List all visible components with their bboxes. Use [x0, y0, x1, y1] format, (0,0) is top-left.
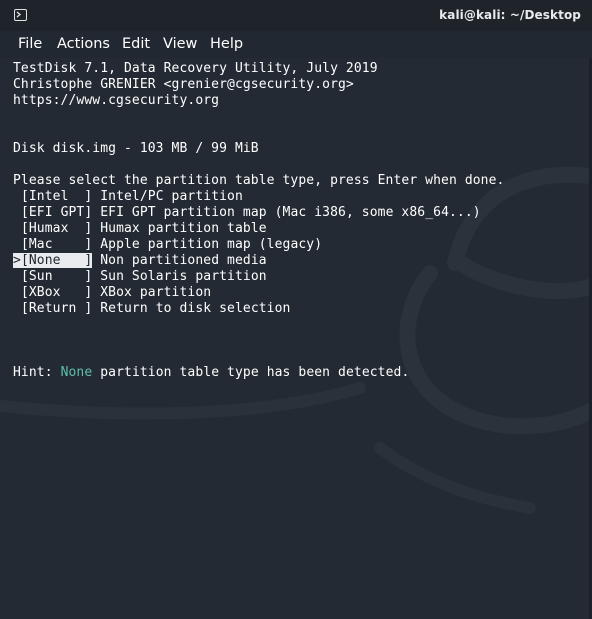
option-humax[interactable]: [Humax ] Humax partition table [13, 221, 267, 237]
header-line-title: TestDisk 7.1, Data Recovery Utility, Jul… [13, 61, 378, 76]
header-line-url: https://www.cgsecurity.org [13, 93, 220, 108]
menu-bar: File Actions Edit View Help [0, 31, 592, 58]
option-none-selected[interactable]: >[None ] Non partitioned media [13, 253, 267, 269]
option-xbox[interactable]: [XBox ] XBox partition [13, 285, 211, 301]
option-desc: Sun Solaris partition [100, 269, 267, 284]
option-key: [None ] [20, 253, 93, 268]
option-desc: EFI GPT partition map (Mac i386, some x8… [100, 205, 481, 220]
window-title: kali@kali: ~/Desktop [439, 8, 581, 22]
menu-help[interactable]: Help [210, 36, 243, 52]
option-desc: XBox partition [100, 285, 212, 300]
option-key: [Intel ] [20, 189, 93, 204]
disk-info: Disk disk.img - 103 MB / 99 MiB [13, 141, 259, 156]
selection-marker: > [13, 253, 21, 268]
option-return[interactable]: [Return ] Return to disk selection [13, 301, 290, 317]
menu-actions[interactable]: Actions [57, 36, 110, 52]
option-desc: Non partitioned media [100, 253, 267, 268]
option-desc: Intel/PC partition [100, 189, 243, 204]
terminal-window: kali@kali: ~/Desktop File Actions Edit V… [0, 0, 592, 619]
menu-edit[interactable]: Edit [122, 36, 150, 52]
option-key: [EFI GPT] [20, 205, 93, 220]
menu-file[interactable]: File [18, 36, 42, 52]
terminal-content[interactable]: TestDisk 7.1, Data Recovery Utility, Jul… [0, 58, 592, 619]
selection-prompt: Please select the partition table type, … [13, 173, 505, 188]
option-key: [Mac ] [20, 237, 93, 252]
terminal-icon [14, 9, 27, 21]
option-key: [Return ] [20, 301, 93, 316]
hint-text: partition table type has been detected. [100, 365, 410, 380]
hint-value: None [60, 365, 93, 380]
option-sun[interactable]: [Sun ] Sun Solaris partition [13, 269, 267, 285]
option-intel[interactable]: [Intel ] Intel/PC partition [13, 189, 243, 205]
option-mac[interactable]: [Mac ] Apple partition map (legacy) [13, 237, 322, 253]
header-line-author: Christophe GRENIER <grenier@cgsecurity.o… [13, 77, 354, 92]
option-desc: Apple partition map (legacy) [100, 237, 323, 252]
hint-label: Hint: [13, 365, 53, 380]
option-desc: Humax partition table [100, 221, 267, 236]
menu-view[interactable]: View [163, 36, 197, 52]
option-efi-gpt[interactable]: [EFI GPT] EFI GPT partition map (Mac i38… [13, 205, 481, 221]
option-key: [Humax ] [20, 221, 93, 236]
hint-line: Hint: None partition table type has been… [13, 365, 409, 381]
title-bar[interactable]: kali@kali: ~/Desktop [0, 0, 592, 31]
option-desc: Return to disk selection [100, 301, 291, 316]
option-key: [XBox ] [20, 285, 93, 300]
option-key: [Sun ] [20, 269, 93, 284]
